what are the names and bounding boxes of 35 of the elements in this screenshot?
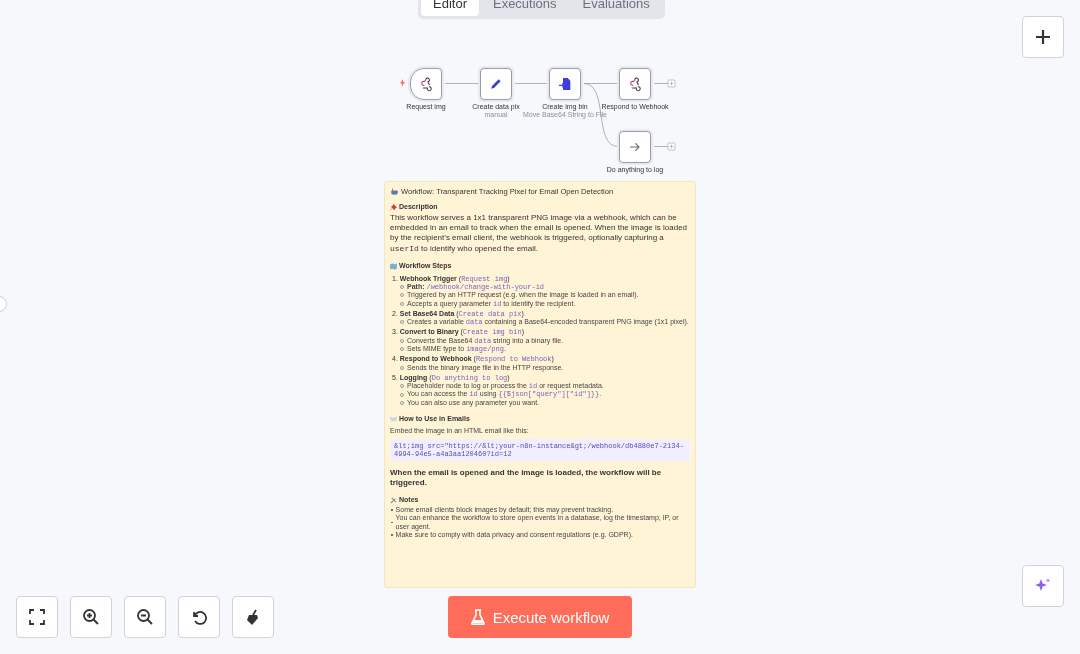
plus-icon — [1035, 29, 1051, 45]
workflow-node[interactable] — [619, 68, 651, 100]
zoom-out-icon — [136, 608, 154, 626]
execute-workflow-button[interactable]: Execute workflow — [448, 596, 632, 638]
reset-zoom-button[interactable] — [178, 596, 220, 638]
envelope-icon — [390, 415, 397, 423]
lightning-icon — [400, 79, 405, 87]
workflow-node[interactable] — [410, 68, 442, 100]
file-arrow-icon — [557, 76, 573, 92]
fit-view-button[interactable] — [16, 596, 58, 638]
zoom-out-button[interactable] — [124, 596, 166, 638]
tools-icon — [390, 497, 397, 505]
mailbox-icon — [390, 188, 399, 196]
add-node-button[interactable] — [667, 142, 676, 151]
zoom-in-button[interactable] — [70, 596, 112, 638]
webhook-icon — [418, 76, 434, 92]
fit-view-icon — [28, 608, 46, 626]
map-icon — [390, 262, 397, 270]
tidy-up-button[interactable] — [232, 596, 274, 638]
webhook-icon — [627, 76, 643, 92]
undo-icon — [190, 608, 208, 626]
add-node-button[interactable] — [667, 79, 676, 88]
connection-line — [653, 146, 669, 147]
pin-icon — [390, 203, 397, 211]
workflow-node[interactable] — [619, 131, 651, 163]
connection-line — [514, 83, 549, 84]
connection-line — [444, 83, 480, 84]
add-node-button[interactable] — [1022, 16, 1064, 58]
description-text: This workflow serves a 1x1 transparent PNG image via a webhook, which can be embedded in an email to track when the email is opened. When the image is loaded by the recipient’s email client, the webhook is triggered, optionally capturing a userId to identify who opened the email. — [390, 212, 689, 255]
workflow-node[interactable] — [480, 68, 512, 100]
zoom-in-icon — [82, 608, 100, 626]
workflow-node[interactable] — [549, 68, 581, 100]
summary-text: When the email is opened and the image is loaded, the workflow will be triggered. — [390, 468, 663, 489]
connection-line — [653, 83, 669, 84]
flask-icon — [470, 609, 485, 625]
